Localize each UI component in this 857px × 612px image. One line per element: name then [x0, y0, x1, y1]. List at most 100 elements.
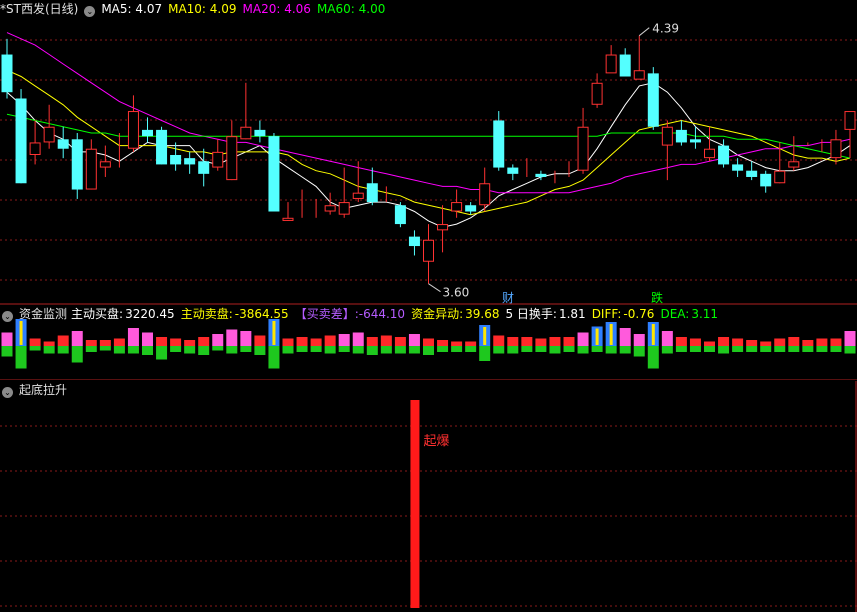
candle-body	[282, 217, 294, 221]
buy-bar	[802, 340, 814, 346]
sell-bar	[689, 346, 701, 352]
buy-bar	[689, 338, 701, 346]
sell-bar	[704, 346, 715, 352]
high-pointer	[638, 27, 650, 37]
buy-highlight	[272, 321, 276, 345]
candle-body	[170, 155, 182, 165]
candle-body	[15, 98, 27, 184]
buy-bar	[675, 337, 687, 346]
buy-bar	[170, 338, 182, 346]
candle-body	[479, 183, 491, 206]
buy-bar	[57, 335, 69, 346]
candle-body	[394, 205, 406, 225]
buy-bar	[254, 335, 266, 346]
sell-bar	[408, 346, 420, 354]
buy-bar	[493, 335, 505, 346]
sell-bar	[352, 346, 364, 354]
buy-highlight	[19, 321, 23, 345]
buy-bar	[437, 340, 449, 346]
buy-bar	[366, 337, 378, 346]
buy-bar	[774, 338, 786, 346]
sell-bar	[198, 346, 210, 355]
sell-bar	[15, 346, 27, 369]
sell-bar	[760, 346, 772, 352]
candle-body	[29, 142, 41, 156]
sell-bar	[394, 346, 406, 354]
sell-bar	[296, 346, 308, 352]
sell-bar	[619, 346, 631, 354]
sell-bar	[746, 346, 758, 352]
candle-body	[732, 164, 744, 171]
buy-bar	[352, 332, 364, 346]
buy-bar	[549, 337, 561, 346]
sell-bar	[240, 346, 252, 352]
sell-bar	[521, 346, 533, 352]
candle-body	[324, 205, 336, 212]
price-chart[interactable]: 4.39 3.60 财 跌	[0, 0, 857, 305]
buy-bar	[394, 337, 406, 346]
candle-body	[1, 54, 13, 93]
buy-bar	[563, 337, 575, 346]
candle-body	[366, 183, 378, 203]
signal-label: 起爆	[423, 434, 449, 449]
candle-body	[85, 148, 97, 190]
sell-bar	[127, 346, 139, 354]
candle-body	[184, 158, 196, 165]
candle-body	[704, 148, 715, 159]
candle-body	[661, 126, 673, 146]
signal-chart[interactable]: 起爆	[0, 381, 857, 612]
fund-flow-chart[interactable]	[0, 305, 857, 380]
candle-body	[254, 129, 266, 137]
sell-bar	[380, 346, 392, 354]
sell-bar	[170, 346, 182, 352]
buy-bar	[718, 337, 730, 346]
sell-bar	[605, 346, 617, 354]
buy-bar	[43, 341, 55, 346]
buy-bar	[240, 331, 252, 346]
buy-bar	[85, 340, 97, 346]
candle-body	[774, 170, 786, 184]
sell-bar	[254, 346, 266, 355]
candle-body	[675, 129, 687, 143]
buy-bar	[535, 338, 547, 346]
candle-body	[240, 126, 252, 140]
low-pointer	[428, 283, 441, 293]
buy-bar	[619, 328, 631, 346]
sell-bar	[493, 346, 505, 354]
buy-bar	[113, 338, 125, 346]
buy-bar	[296, 337, 308, 346]
candle-body	[760, 173, 772, 187]
sell-bar	[226, 346, 238, 354]
buy-highlight	[609, 324, 613, 345]
buy-bar	[732, 338, 744, 346]
buy-bar	[142, 332, 153, 346]
candle-body	[535, 173, 547, 177]
sell-bar	[816, 346, 828, 352]
candle-body	[43, 126, 55, 143]
sell-bar	[535, 346, 547, 352]
candle-body	[718, 145, 730, 165]
buy-bar	[156, 337, 168, 346]
buy-bar	[746, 340, 758, 346]
candle-body	[408, 236, 420, 247]
buy-bar	[29, 338, 41, 346]
buy-bar	[451, 341, 463, 346]
sell-bar	[591, 346, 603, 352]
candle-body	[591, 82, 603, 105]
candle-body	[127, 111, 139, 149]
candle-body	[57, 139, 69, 149]
buy-bar	[324, 335, 336, 346]
candle-body	[352, 192, 364, 199]
candle-body	[268, 136, 280, 212]
candle-body	[689, 139, 701, 143]
sell-bar	[1, 346, 13, 357]
candle-body	[619, 54, 631, 77]
sell-bar	[661, 346, 673, 354]
candle-body	[142, 129, 153, 137]
sell-bar	[71, 346, 83, 363]
sell-bar	[507, 346, 519, 354]
candle-body	[338, 202, 350, 215]
sell-bar	[282, 346, 294, 354]
sell-bar	[675, 346, 687, 352]
buy-bar	[830, 338, 842, 346]
